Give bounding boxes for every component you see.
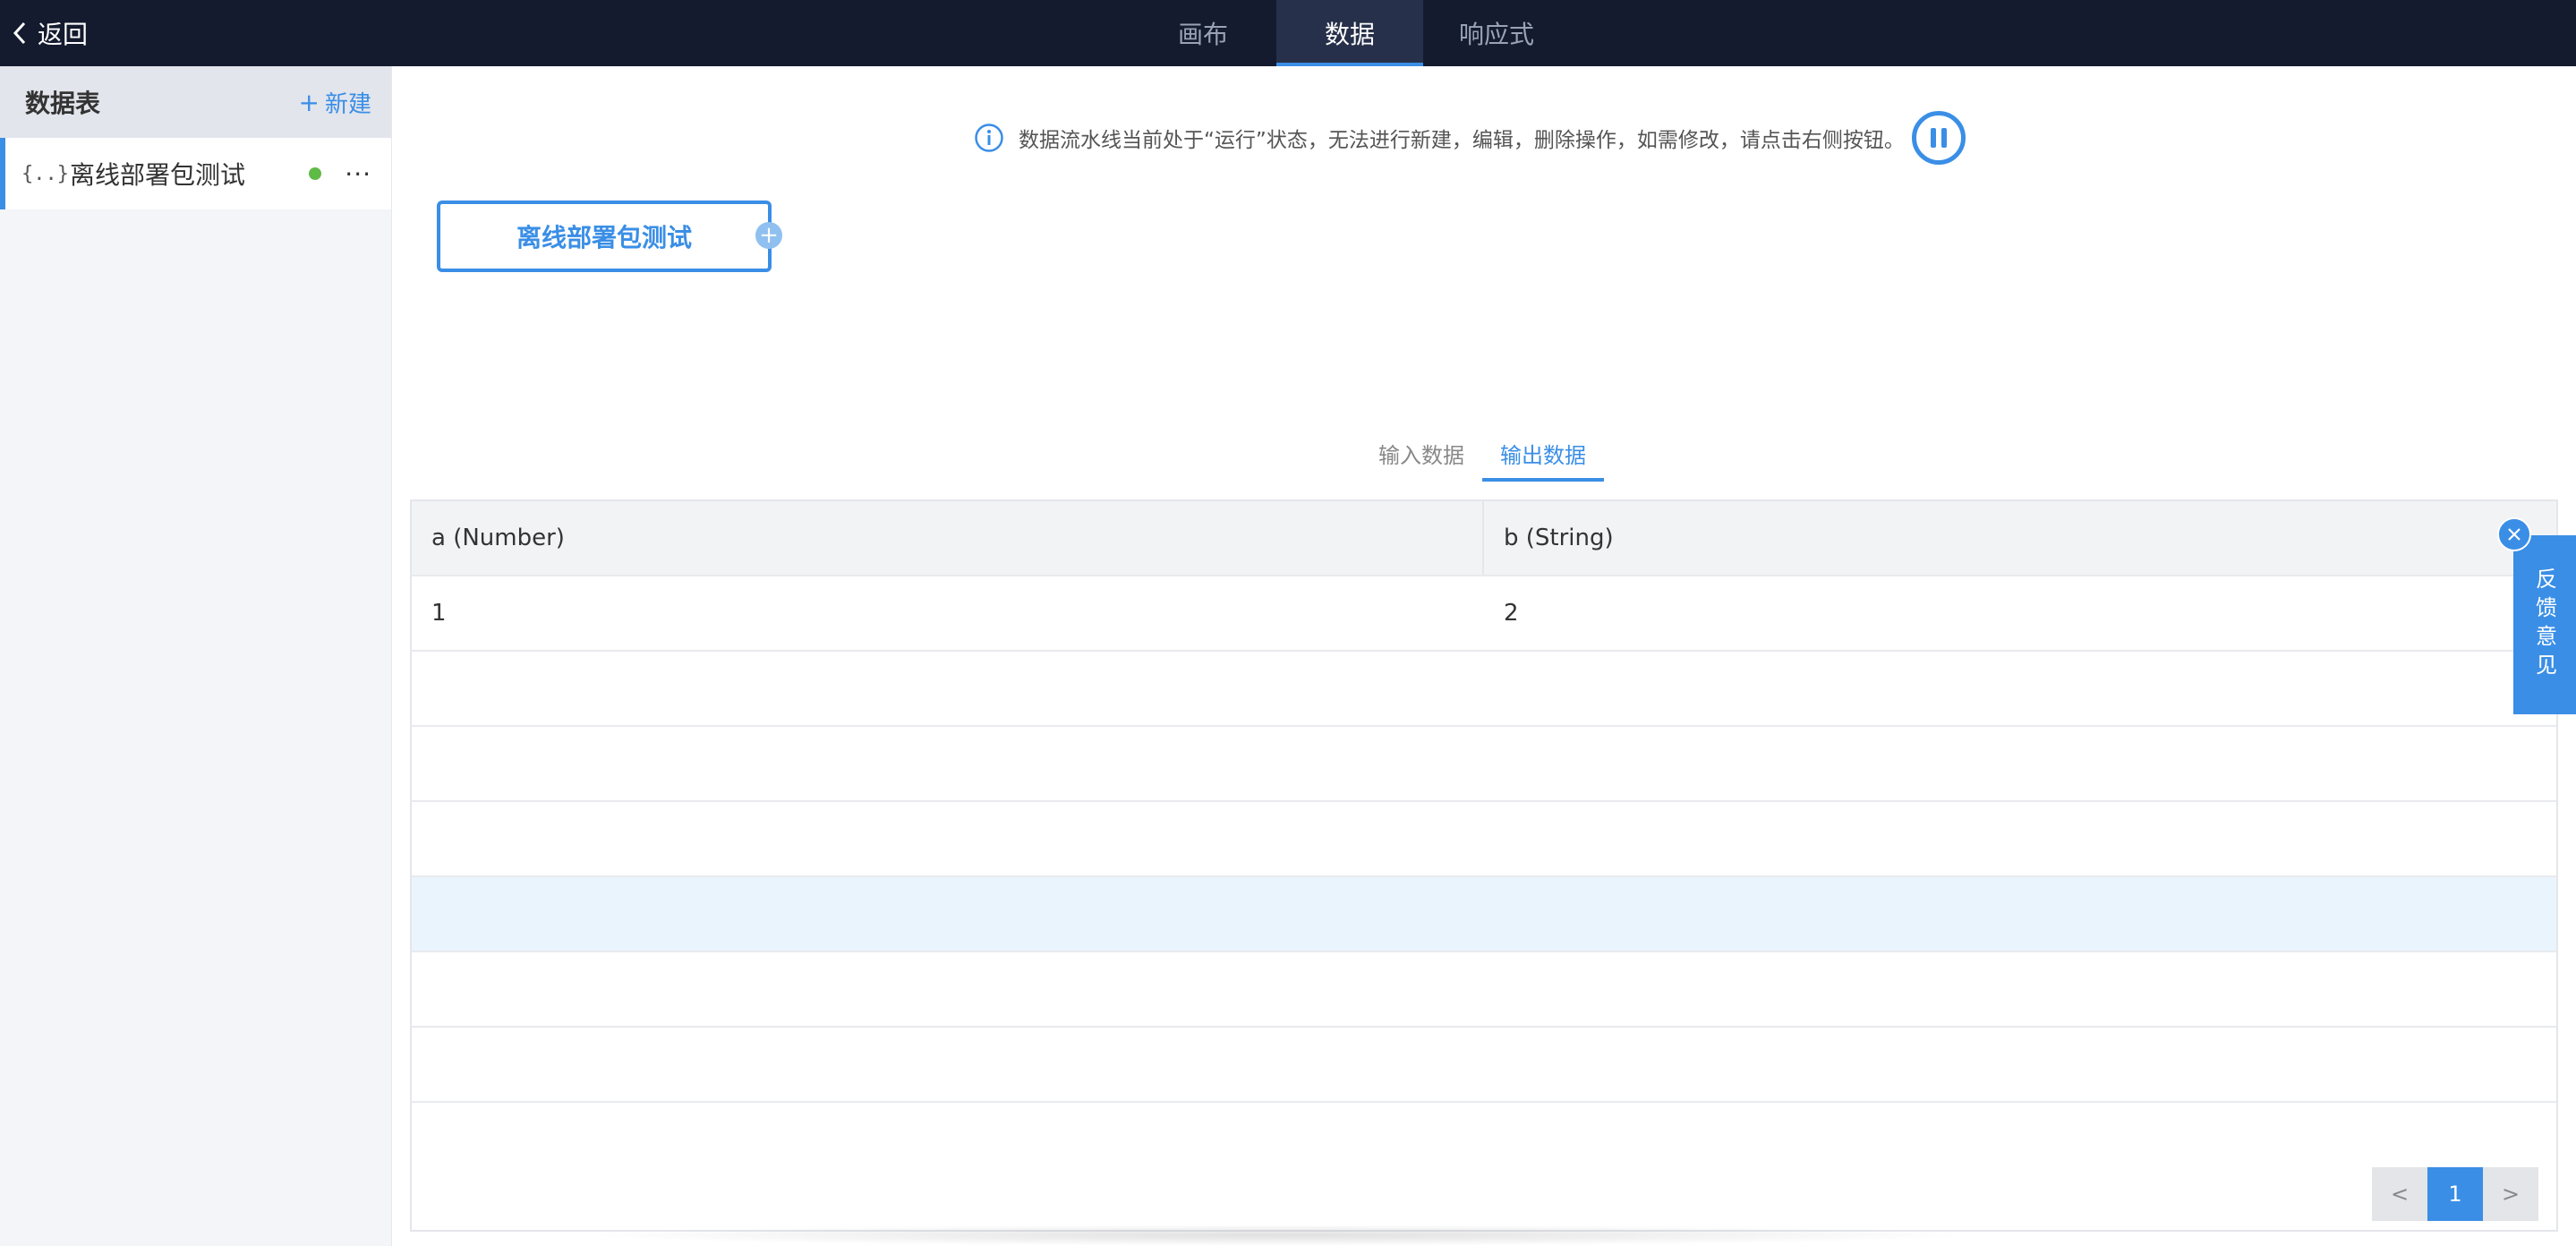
- table-cell: [1484, 1028, 2556, 1101]
- sidebar-title: 数据表: [25, 89, 101, 118]
- top-bar: 返回 画布 数据 响应式: [0, 0, 2576, 66]
- table-cell: [412, 652, 1484, 725]
- output-data-table: a (Number) b (String) 1 2: [410, 499, 2558, 1232]
- column-header-a: a (Number): [412, 501, 1484, 575]
- notice-text: 数据流水线当前处于“运行”状态，无法进行新建，编辑，删除操作，如需修改，请点击右…: [1019, 129, 1905, 152]
- feedback-label: 反馈意见: [2531, 568, 2557, 682]
- back-label: 返回: [38, 20, 89, 49]
- table-row[interactable]: 1 2: [412, 576, 2556, 652]
- app-root: 返回 画布 数据 响应式 数据表 + 新建 {..} 离线部署包测试 ··· 数…: [0, 0, 2576, 1246]
- table-cell: 1: [431, 600, 447, 627]
- tab-reactive[interactable]: 响应式: [1423, 0, 1570, 66]
- pipeline-node[interactable]: 离线部署包测试: [437, 201, 772, 272]
- sidebar-item-label: 离线部署包测试: [70, 160, 246, 190]
- tab-canvas[interactable]: 画布: [1130, 0, 1276, 66]
- page-1-button[interactable]: 1: [2427, 1167, 2483, 1221]
- table-cell: [412, 877, 1484, 951]
- tab-output-data[interactable]: 输出数据: [1482, 424, 1604, 482]
- tab-input-data[interactable]: 输入数据: [1361, 424, 1482, 482]
- more-options-icon[interactable]: ···: [345, 159, 371, 189]
- running-notice: 数据流水线当前处于“运行”状态，无法进行新建，编辑，删除操作，如需修改，请点击右…: [974, 111, 1966, 165]
- json-object-icon: {..}: [21, 162, 69, 185]
- table-row[interactable]: [412, 952, 2556, 1028]
- data-tabs: 输入数据 输出数据: [1361, 424, 1604, 482]
- tab-data[interactable]: 数据: [1276, 0, 1423, 66]
- view-tabs: 画布 数据 响应式: [1130, 0, 1570, 66]
- table-row-hovered[interactable]: [412, 877, 2556, 952]
- next-page-button[interactable]: >: [2483, 1167, 2538, 1221]
- table-row[interactable]: [412, 652, 2556, 727]
- pause-icon: [1930, 128, 1936, 148]
- pause-pipeline-button[interactable]: [1911, 111, 1966, 165]
- table-cell: [412, 952, 1484, 1026]
- new-table-label: 新建: [324, 90, 371, 118]
- status-dot-icon: [309, 167, 322, 180]
- sidebar: 数据表 + 新建 {..} 离线部署包测试 ···: [0, 66, 392, 1246]
- table-cell: [412, 727, 1484, 800]
- chevron-left-icon: [13, 21, 27, 45]
- column-header-b: b (String): [1504, 525, 1614, 551]
- info-icon: [975, 124, 1003, 152]
- add-node-icon[interactable]: +: [755, 222, 782, 249]
- plus-icon: +: [298, 87, 320, 117]
- table-row[interactable]: [412, 802, 2556, 877]
- table-cell: [1484, 727, 2556, 800]
- prev-page-button[interactable]: <: [2372, 1167, 2427, 1221]
- table-cell: [412, 802, 1484, 875]
- back-button[interactable]: 返回: [13, 0, 88, 66]
- table-cell: [1484, 877, 2556, 951]
- table-row[interactable]: [412, 1028, 2556, 1103]
- table-row[interactable]: [412, 727, 2556, 802]
- sidebar-item-offline-package-test[interactable]: {..} 离线部署包测试 ···: [0, 138, 391, 209]
- node-label: 离线部署包测试: [516, 223, 692, 252]
- new-table-button[interactable]: + 新建: [299, 86, 371, 119]
- close-icon[interactable]: [2497, 517, 2531, 551]
- bottom-shadow: [582, 1225, 1978, 1246]
- table-cell: [1484, 802, 2556, 875]
- sidebar-header: 数据表 + 新建: [0, 66, 391, 138]
- table-header-row: a (Number) b (String): [412, 501, 2556, 576]
- table-cell: [1484, 652, 2556, 725]
- table-cell: [1484, 952, 2556, 1026]
- table-cell: [412, 1028, 1484, 1101]
- feedback-button[interactable]: 反馈意见: [2513, 535, 2576, 714]
- table-cell: 2: [1504, 600, 1519, 627]
- pagination: < 1 >: [2372, 1167, 2538, 1221]
